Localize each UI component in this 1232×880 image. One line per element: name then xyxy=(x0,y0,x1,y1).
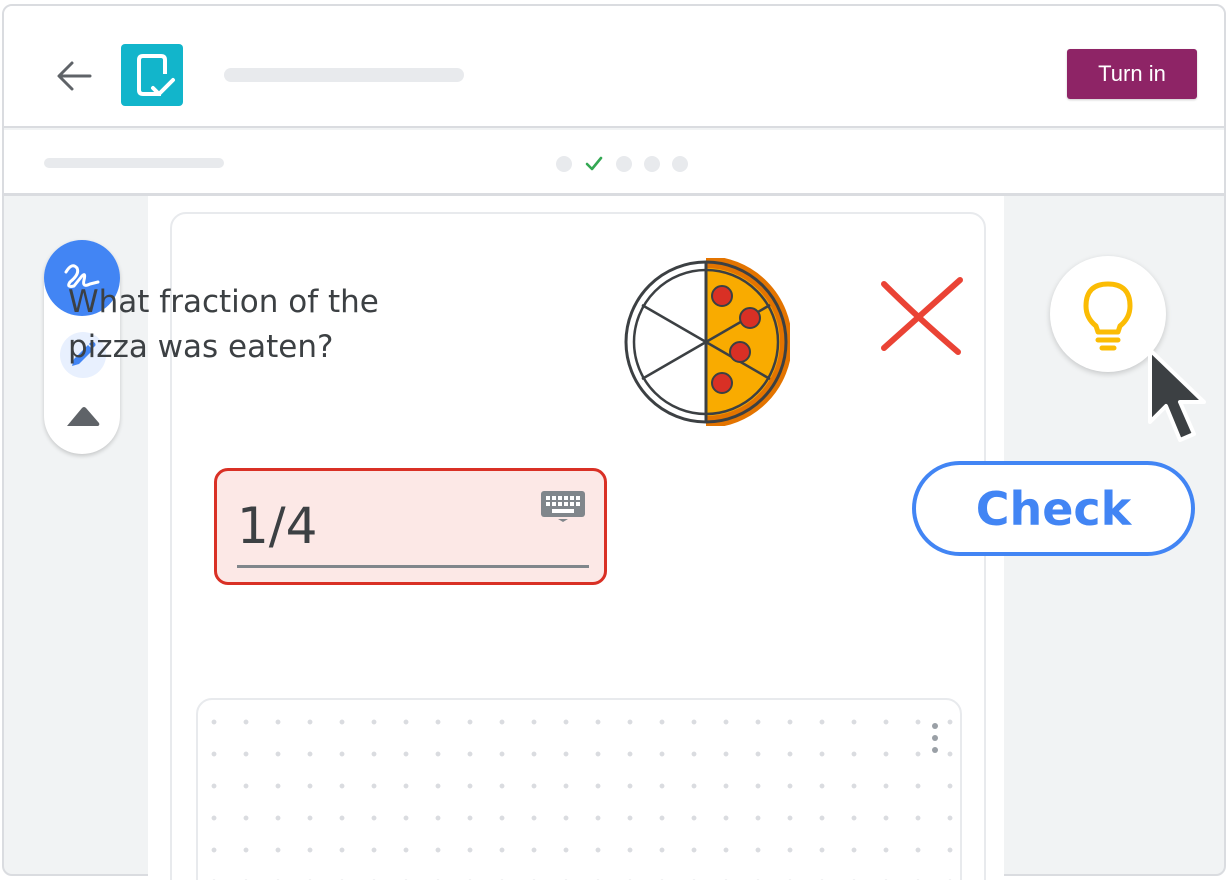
turn-in-button[interactable]: Turn in xyxy=(1067,49,1197,99)
step-dot[interactable] xyxy=(672,156,688,172)
question-text: What fraction of the pizza was eaten? xyxy=(68,284,379,365)
lightbulb-icon xyxy=(1083,281,1133,351)
check-button[interactable]: Check xyxy=(912,461,1195,556)
step-check-icon[interactable] xyxy=(584,154,604,174)
keyboard-icon[interactable] xyxy=(539,489,587,523)
top-app-bar: Turn in xyxy=(4,6,1224,128)
pizza-half-eaten-icon xyxy=(624,258,790,426)
step-dot[interactable] xyxy=(644,156,660,172)
answer-input[interactable] xyxy=(237,495,537,557)
eraser-tool-button[interactable] xyxy=(60,396,106,436)
scratchpad-canvas[interactable] xyxy=(196,698,962,880)
back-button[interactable] xyxy=(52,54,96,98)
answer-field[interactable] xyxy=(214,468,607,585)
step-indicator xyxy=(556,152,688,176)
eraser-icon xyxy=(67,407,100,426)
step-dot[interactable] xyxy=(616,156,632,172)
assignment-check-icon xyxy=(137,54,175,96)
answer-underline xyxy=(237,565,589,568)
progress-placeholder xyxy=(44,158,224,168)
app-logo xyxy=(121,44,183,106)
step-dot[interactable] xyxy=(556,156,572,172)
red-x-icon xyxy=(881,277,963,355)
progress-bar xyxy=(4,130,1224,196)
title-placeholder xyxy=(224,68,464,82)
arrow-back-icon xyxy=(57,61,92,91)
mouse-cursor-icon xyxy=(1148,348,1206,442)
more-vert-icon[interactable] xyxy=(930,720,940,756)
